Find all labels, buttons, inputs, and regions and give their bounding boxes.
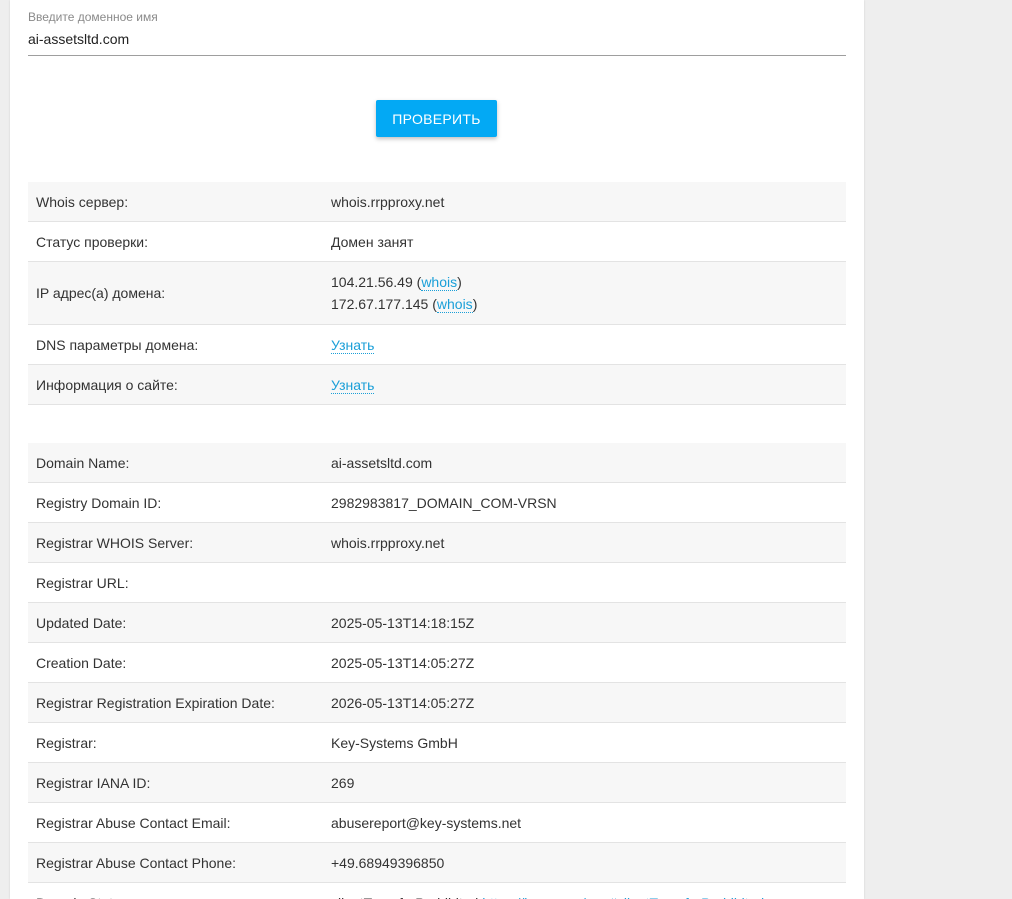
whois-key: Registrar URL:	[28, 562, 323, 603]
whois-value	[323, 562, 846, 603]
ip-whois-link[interactable]: whois	[436, 296, 473, 313]
whois-key: Registrar WHOIS Server:	[28, 522, 323, 563]
check-button[interactable]: ПРОВЕРИТЬ	[376, 100, 497, 137]
whois-value: Key-Systems GmbH	[323, 722, 846, 763]
dns-value: Узнать	[323, 324, 846, 365]
whois-key: Registrar Abuse Contact Email:	[28, 802, 323, 843]
whois-value: 2982983817_DOMAIN_COM-VRSN	[323, 482, 846, 523]
whois-key: Updated Date:	[28, 602, 323, 643]
domain-status-label: Domain Status:	[28, 882, 323, 899]
table-row: Информация о сайте: Узнать	[28, 364, 846, 405]
table-row: Registrar WHOIS Server: whois.rrpproxy.ne…	[28, 522, 846, 563]
ip-line: 104.21.56.49 (whois)	[331, 271, 838, 293]
paren-close: )	[472, 296, 478, 312]
table-row: Registrar Abuse Contact Email: abuserepor…	[28, 802, 846, 843]
ip-address: 104.21.56.49	[331, 274, 413, 290]
whois-key: Domain Name:	[28, 443, 323, 483]
table-row: Registrar Abuse Contact Phone: +49.689493…	[28, 842, 846, 883]
ip-address: 172.67.177.145	[331, 296, 429, 312]
table-row: Registrar URL:	[28, 562, 846, 603]
whois-server-label: Whois сервер:	[28, 182, 323, 222]
whois-value: whois.rrpproxy.net	[323, 522, 846, 563]
whois-key: Registrar IANA ID:	[28, 762, 323, 803]
status-label: Статус проверки:	[28, 221, 323, 262]
domain-input[interactable]	[28, 28, 846, 56]
domain-status-value: clientTransferProhibited https://icann.o…	[323, 882, 846, 899]
domain-status-text: clientTransferProhibited	[331, 895, 478, 899]
whois-key: Registry Domain ID:	[28, 482, 323, 523]
table-row: IP адрес(а) домена: 104.21.56.49 (whois)…	[28, 261, 846, 325]
whois-server-value: whois.rrpproxy.net	[323, 182, 846, 222]
whois-key: Creation Date:	[28, 642, 323, 683]
table-row: DNS параметры домена: Узнать	[28, 324, 846, 365]
whois-value: ai-assetsltd.com	[323, 443, 846, 483]
dns-link[interactable]: Узнать	[331, 336, 375, 354]
whois-table-body: Domain Name: ai-assetsltd.com Registry Dom…	[28, 443, 846, 899]
whois-value: 269	[323, 762, 846, 803]
paren-open: (	[428, 296, 437, 312]
whois-value: abusereport@key-systems.net	[323, 802, 846, 843]
status-value: Домен занят	[323, 221, 846, 262]
table-row: Updated Date: 2025-05-13T14:18:15Z	[28, 602, 846, 643]
whois-value: +49.68949396850	[323, 842, 846, 883]
dns-label: DNS параметры домена:	[28, 324, 323, 365]
site-info-label: Информация о сайте:	[28, 364, 323, 405]
site-info-link[interactable]: Узнать	[331, 376, 375, 394]
whois-card: Введите доменное имя ПРОВЕРИТЬ Whois сер…	[10, 0, 864, 899]
whois-key: Registrar Registration Expiration Date:	[28, 682, 323, 723]
whois-key: Registrar Abuse Contact Phone:	[28, 842, 323, 883]
domain-field-label: Введите доменное имя	[28, 10, 158, 24]
domain-status-link[interactable]: https://icann.org/epp#clientTransferProh…	[482, 895, 764, 899]
table-row: Registry Domain ID: 2982983817_DOMAIN_COM…	[28, 482, 846, 523]
whois-key: Registrar:	[28, 722, 323, 763]
table-row: Domain Name: ai-assetsltd.com	[28, 443, 846, 483]
domain-field: Введите доменное имя	[28, 6, 846, 56]
table-row: Статус проверки: Домен занят	[28, 221, 846, 262]
ip-whois-link[interactable]: whois	[421, 274, 458, 291]
site-info-value: Узнать	[323, 364, 846, 405]
table-row: Registrar: Key-Systems GmbH	[28, 722, 846, 763]
ip-line: 172.67.177.145 (whois)	[331, 293, 838, 315]
table-row: Registrar Registration Expiration Date: 2…	[28, 682, 846, 723]
table-row: Creation Date: 2025-05-13T14:05:27Z	[28, 642, 846, 683]
table-row: Registrar IANA ID: 269	[28, 762, 846, 803]
whois-table: Domain Name: ai-assetsltd.com Registry Dom…	[28, 443, 846, 899]
paren-close: )	[457, 274, 462, 290]
whois-value: 2026-05-13T14:05:27Z	[323, 682, 846, 723]
table-row: Domain Status:clientTransferProhibited h…	[28, 882, 846, 899]
table-row: Whois сервер: whois.rrpproxy.net	[28, 182, 846, 222]
whois-value: 2025-05-13T14:05:27Z	[323, 642, 846, 683]
summary-table: Whois сервер: whois.rrpproxy.net Статус …	[28, 182, 846, 405]
ip-label: IP адрес(а) домена:	[28, 261, 323, 325]
whois-value: 2025-05-13T14:18:15Z	[323, 602, 846, 643]
ip-list: 104.21.56.49 (whois) 172.67.177.145 (who…	[323, 261, 846, 325]
